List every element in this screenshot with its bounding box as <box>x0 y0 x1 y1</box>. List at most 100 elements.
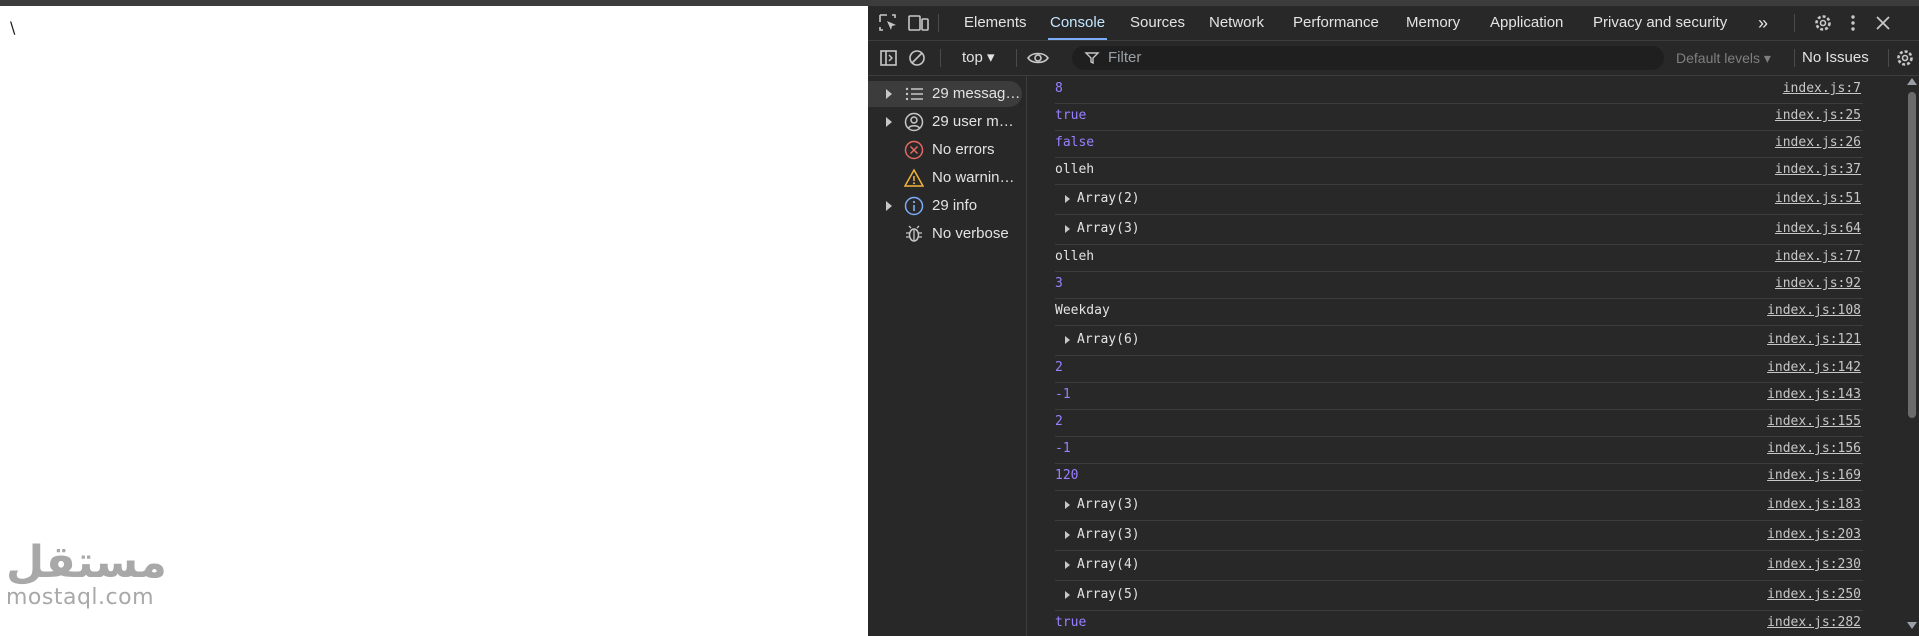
console-log-row: olleh index.js:37 <box>1055 157 1863 185</box>
expand-object-arrow-icon[interactable] <box>1065 195 1070 203</box>
toolbar-divider <box>1794 49 1795 67</box>
console-log-object[interactable]: Array(3) <box>1077 221 1140 236</box>
source-link[interactable]: index.js:64 <box>1775 221 1861 236</box>
console-log-value: Weekday <box>1055 303 1110 318</box>
console-log-value: false <box>1055 135 1095 150</box>
tabbar-divider <box>938 14 939 32</box>
source-link[interactable]: index.js:203 <box>1767 527 1861 542</box>
console-log-row: Array(3) index.js:64 <box>1055 214 1863 245</box>
scroll-up-arrow-icon[interactable] <box>1907 78 1917 85</box>
log-levels-dropdown[interactable]: Default levels ▾ <box>1676 41 1771 75</box>
console-log-value: 8 <box>1055 81 1063 96</box>
console-log-object[interactable]: Array(3) <box>1077 527 1140 542</box>
sidebar-item-warnings[interactable]: No warnin… <box>868 165 1022 191</box>
console-log-row: Array(5) index.js:250 <box>1055 580 1863 611</box>
console-log-row: Array(4) index.js:230 <box>1055 550 1863 581</box>
error-icon <box>904 140 924 160</box>
source-link[interactable]: index.js:250 <box>1767 587 1861 602</box>
expand-object-arrow-icon[interactable] <box>1065 336 1070 344</box>
issues-counter[interactable]: No Issues <box>1802 41 1869 75</box>
console-log-value: -1 <box>1055 441 1071 456</box>
source-link[interactable]: index.js:183 <box>1767 497 1861 512</box>
source-link[interactable]: index.js:77 <box>1775 249 1861 264</box>
source-link[interactable]: index.js:143 <box>1767 387 1861 402</box>
console-log-row: 120 index.js:169 <box>1055 463 1863 491</box>
more-options-icon[interactable] <box>1842 13 1864 33</box>
tab-network[interactable]: Network <box>1207 6 1266 40</box>
console-log-value: olleh <box>1055 249 1095 264</box>
devtools-tabbar: Elements Console Sources Network Perform… <box>868 6 1919 41</box>
console-settings-gear-icon[interactable] <box>1894 48 1916 68</box>
source-link[interactable]: index.js:230 <box>1767 557 1861 572</box>
toolbar-divider <box>940 49 941 67</box>
live-expression-eye-icon[interactable] <box>1026 48 1049 68</box>
console-log-object[interactable]: Array(4) <box>1077 557 1140 572</box>
console-log-object[interactable]: Array(3) <box>1077 497 1140 512</box>
expand-object-arrow-icon[interactable] <box>1065 531 1070 539</box>
expand-arrow-icon[interactable] <box>886 201 892 211</box>
source-link[interactable]: index.js:7 <box>1783 81 1861 96</box>
tab-performance[interactable]: Performance <box>1291 6 1381 40</box>
sidebar-item-messages[interactable]: 29 messag… <box>868 81 1022 107</box>
context-selector[interactable]: top ▾ <box>962 41 995 75</box>
page-text: \ <box>10 18 16 37</box>
toolbar-divider <box>1016 49 1017 67</box>
source-link[interactable]: index.js:25 <box>1775 108 1861 123</box>
source-link[interactable]: index.js:282 <box>1767 615 1861 630</box>
toolbar-divider <box>1888 49 1889 67</box>
expand-object-arrow-icon[interactable] <box>1065 501 1070 509</box>
tabbar-divider <box>1794 14 1795 32</box>
expand-object-arrow-icon[interactable] <box>1065 561 1070 569</box>
tab-privacy-and-security[interactable]: Privacy and security <box>1591 6 1729 40</box>
source-link[interactable]: index.js:108 <box>1767 303 1861 318</box>
filter-input[interactable]: Filter <box>1072 46 1664 70</box>
tab-application[interactable]: Application <box>1488 6 1565 40</box>
console-log-object[interactable]: Array(5) <box>1077 587 1140 602</box>
source-link[interactable]: index.js:142 <box>1767 360 1861 375</box>
settings-gear-icon[interactable] <box>1812 13 1834 33</box>
device-toolbar-icon[interactable] <box>908 13 930 33</box>
source-link[interactable]: index.js:155 <box>1767 414 1861 429</box>
sidebar-item-errors[interactable]: No errors <box>868 137 1022 163</box>
source-link[interactable]: index.js:156 <box>1767 441 1861 456</box>
source-link[interactable]: index.js:37 <box>1775 162 1861 177</box>
expand-object-arrow-icon[interactable] <box>1065 591 1070 599</box>
sidebar-toggle-icon[interactable] <box>878 48 900 68</box>
more-tabs-icon[interactable]: » <box>1756 6 1770 40</box>
console-log-row: 2 index.js:155 <box>1055 409 1863 437</box>
console-log-value: -1 <box>1055 387 1071 402</box>
sidebar-item-label: No verbose <box>932 225 1009 242</box>
sidebar-item-info[interactable]: 29 info <box>868 193 1022 219</box>
expand-object-arrow-icon[interactable] <box>1065 225 1070 233</box>
console-log-value: olleh <box>1055 162 1095 177</box>
source-link[interactable]: index.js:92 <box>1775 276 1861 291</box>
console-log-object[interactable]: Array(2) <box>1077 191 1140 206</box>
source-link[interactable]: index.js:121 <box>1767 332 1861 347</box>
clear-console-icon[interactable] <box>906 48 928 68</box>
expand-arrow-icon[interactable] <box>886 117 892 127</box>
scroll-down-arrow-icon[interactable] <box>1907 622 1917 629</box>
inspect-element-icon[interactable] <box>878 13 900 33</box>
console-sidebar: 29 messag… 29 user m… No errors No warni… <box>868 76 1027 636</box>
expand-arrow-icon[interactable] <box>886 89 892 99</box>
console-log-object[interactable]: Array(6) <box>1077 332 1140 347</box>
sidebar-item-verbose[interactable]: No verbose <box>868 221 1022 247</box>
source-link[interactable]: index.js:26 <box>1775 135 1861 150</box>
console-log-value: 2 <box>1055 414 1063 429</box>
source-link[interactable]: index.js:51 <box>1775 191 1861 206</box>
sidebar-item-label: 29 messag… <box>932 85 1021 102</box>
tab-memory[interactable]: Memory <box>1404 6 1462 40</box>
console-scrollbar[interactable] <box>1905 76 1919 636</box>
console-log-row: olleh index.js:77 <box>1055 244 1863 272</box>
filter-funnel-icon <box>1084 50 1100 71</box>
scrollbar-thumb[interactable] <box>1908 92 1916 418</box>
tab-sources[interactable]: Sources <box>1128 6 1187 40</box>
watermark: مستقل mostaql.com <box>6 540 167 610</box>
close-icon[interactable] <box>1872 13 1894 33</box>
tab-elements[interactable]: Elements <box>962 6 1029 40</box>
bug-icon <box>904 224 924 244</box>
console-log-value: true <box>1055 108 1087 123</box>
source-link[interactable]: index.js:169 <box>1767 468 1861 483</box>
sidebar-item-user-messages[interactable]: 29 user m… <box>868 109 1022 135</box>
tab-console[interactable]: Console <box>1048 6 1108 40</box>
